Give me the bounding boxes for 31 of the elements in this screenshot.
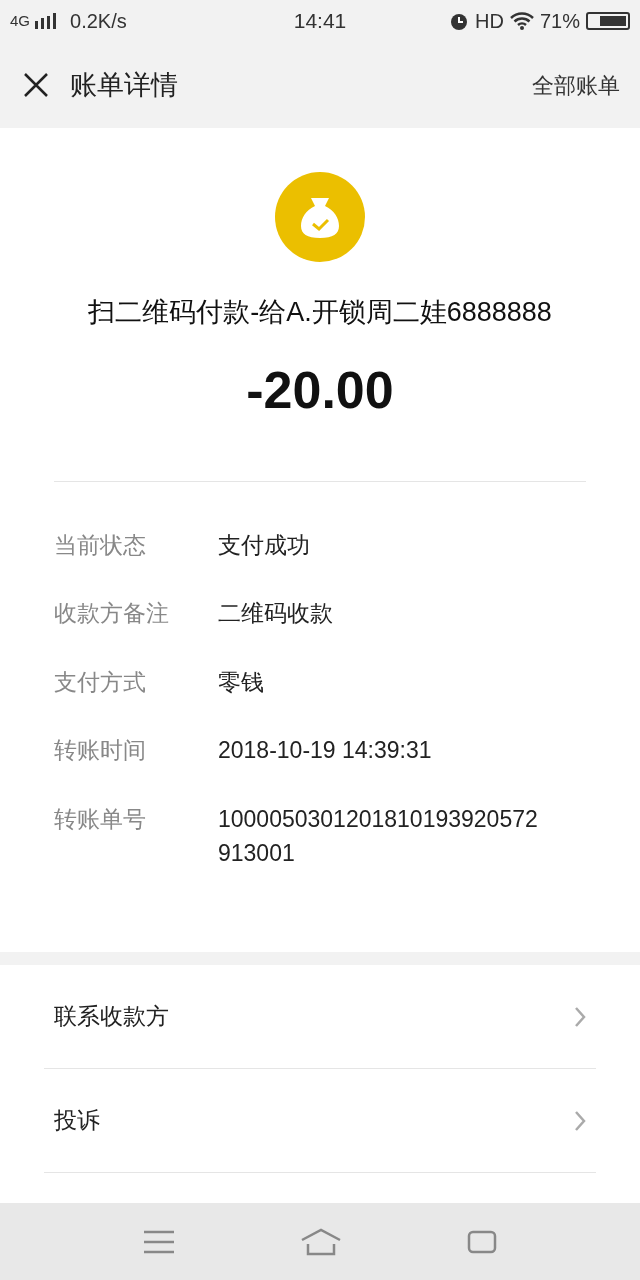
detail-value: 2018-10-19 14:39:31	[218, 736, 433, 765]
battery-percent: 71%	[539, 9, 580, 34]
menu-icon[interactable]	[142, 1229, 175, 1254]
action-row[interactable]: 联系收款方	[44, 965, 596, 1069]
detail-value: 支付成功	[218, 530, 311, 560]
detail-label: 当前状态	[54, 530, 147, 560]
hd-label: HD	[475, 9, 504, 34]
chevron-right-icon	[574, 1109, 586, 1132]
detail-label: 支付方式	[54, 667, 147, 697]
battery-icon	[586, 12, 630, 30]
detail-value: 二维码收款	[218, 599, 334, 628]
page-title: 账单详情	[70, 68, 178, 102]
wifi-icon	[509, 12, 534, 30]
detail-label: 转账时间	[54, 736, 147, 765]
detail-label: 转账单号	[54, 804, 147, 834]
detail-value: 零钱	[218, 667, 265, 697]
home-icon[interactable]	[300, 1227, 342, 1256]
action-row[interactable]: 投诉	[44, 1069, 596, 1173]
clock-time: 14:41	[292, 8, 348, 35]
signal-icon	[34, 13, 58, 29]
network-speed: 0.2K/s	[70, 9, 127, 34]
detail-label: 收款方备注	[54, 599, 170, 628]
amount: -20.00	[246, 359, 394, 421]
chevron-right-icon	[574, 1005, 586, 1028]
network-type: 4G	[10, 10, 30, 31]
back-icon[interactable]	[467, 1229, 498, 1254]
alarm-icon	[449, 11, 470, 31]
all-bills-link[interactable]: 全部账单	[532, 68, 620, 102]
detail-value: 1000050301201810193920572913001	[218, 804, 539, 868]
money-bag-icon	[275, 172, 365, 262]
merchant-title: 扫二维码付款-给A.开锁周二娃6888888	[88, 296, 552, 329]
